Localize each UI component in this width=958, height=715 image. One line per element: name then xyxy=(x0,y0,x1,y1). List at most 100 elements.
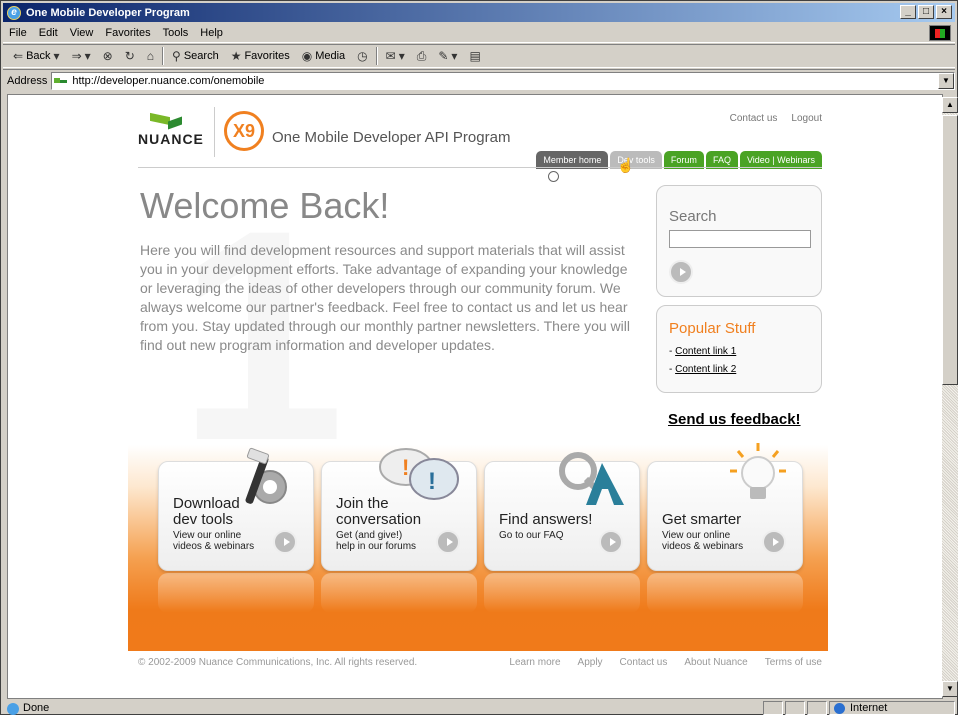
card-title: Get smarter xyxy=(662,511,742,528)
media-icon: ◉ xyxy=(301,49,313,63)
scroll-up-button[interactable]: ▲ xyxy=(942,97,958,113)
footer-about-nuance-link[interactable]: About Nuance xyxy=(684,657,747,668)
popular-link-item: - Content link 2 xyxy=(669,364,737,375)
logout-link[interactable]: Logout xyxy=(791,113,822,124)
card-go-button[interactable] xyxy=(273,530,297,554)
back-button[interactable]: ⇐ Back ▾ xyxy=(9,46,64,66)
security-zone: Internet xyxy=(829,700,955,715)
history-button[interactable]: ◷ xyxy=(353,46,371,66)
print-button[interactable]: ⎙ xyxy=(413,46,431,66)
address-input[interactable]: http://developer.nuance.com/onemobile ▼ xyxy=(51,71,955,90)
card-title: Download xyxy=(173,495,240,512)
edit-button[interactable]: ✎ ▾ xyxy=(434,46,461,66)
popular-stuff-box: Popular Stuff - Content link 1 - Content… xyxy=(656,305,822,393)
footer-learn-more-link[interactable]: Learn more xyxy=(509,657,560,668)
forward-arrow-icon: ⇒ xyxy=(71,49,82,63)
menu-view[interactable]: View xyxy=(64,27,100,39)
media-button[interactable]: ◉ Media xyxy=(298,46,349,66)
chevron-down-icon: ▾ xyxy=(398,49,405,63)
menu-file[interactable]: File xyxy=(3,27,33,39)
card-subtitle: help in our forums xyxy=(336,541,417,552)
standard-toolbar: ⇐ Back ▾ ⇒ ▾ ⊗ ↻ ⌂ ⚲ Search ★ Favorites ◉ Medi… xyxy=(3,44,955,68)
top-links: Contact us Logout xyxy=(730,113,822,124)
address-url: http://developer.nuance.com/onemobile xyxy=(72,74,265,87)
favorites-icon: ★ xyxy=(230,49,242,63)
card-reflection xyxy=(647,573,803,613)
card-subtitle: videos & webinars xyxy=(173,541,255,552)
edit-icon: ✎ xyxy=(438,49,449,63)
stop-icon: ⊗ xyxy=(102,49,113,63)
chevron-down-icon: ▾ xyxy=(53,49,60,63)
send-feedback-link[interactable]: Send us feedback! xyxy=(668,411,801,428)
mail-button[interactable]: ✉ ▾ xyxy=(382,46,409,66)
scroll-down-button[interactable]: ▼ xyxy=(942,681,958,697)
contact-us-link[interactable]: Contact us xyxy=(730,113,778,124)
footer-links: Learn more Apply Contact us About Nuance… xyxy=(509,657,822,668)
stop-button[interactable]: ⊗ xyxy=(99,46,117,66)
status-text: Done xyxy=(3,702,761,715)
menu-favorites[interactable]: Favorites xyxy=(99,27,156,39)
back-arrow-icon: ⇐ xyxy=(13,49,24,63)
chevron-down-icon: ▾ xyxy=(84,49,91,63)
menu-edit[interactable]: Edit xyxy=(33,27,64,39)
card-reflection xyxy=(158,573,314,613)
vertical-scrollbar[interactable]: ▲ ▼ xyxy=(942,97,958,697)
menu-tools[interactable]: Tools xyxy=(157,27,195,39)
card-go-button[interactable] xyxy=(436,530,460,554)
window-title: One Mobile Developer Program xyxy=(26,6,190,19)
discuss-button[interactable]: ▤ xyxy=(465,46,484,66)
menu-help[interactable]: Help xyxy=(194,27,229,39)
search-button[interactable]: ⚲ Search xyxy=(168,46,223,66)
popular-link-item: - Content link 1 xyxy=(669,346,737,357)
toolbar-separator xyxy=(162,47,165,65)
home-button[interactable]: ⌂ xyxy=(143,46,158,66)
scroll-thumb[interactable] xyxy=(942,115,958,385)
content-link-2[interactable]: Content link 2 xyxy=(675,364,736,375)
address-bar: Address http://developer.nuance.com/onem… xyxy=(3,69,955,91)
search-go-button[interactable] xyxy=(669,260,693,284)
minimize-button[interactable]: _ xyxy=(900,5,916,19)
windows-logo-icon xyxy=(929,25,951,41)
address-dropdown-button[interactable]: ▼ xyxy=(938,72,954,89)
status-panel xyxy=(807,700,827,715)
card-reflection xyxy=(484,573,640,613)
ie-icon: e xyxy=(7,5,21,20)
footer-contact-us-link[interactable]: Contact us xyxy=(620,657,668,668)
active-tab-indicator xyxy=(548,171,559,182)
refresh-icon: ↻ xyxy=(124,49,135,63)
web-page: 1 NUANCE X9 One Mobile Developer API Pro… xyxy=(128,95,828,698)
title-bar: e One Mobile Developer Program _ □ × xyxy=(3,3,955,22)
discuss-icon: ▤ xyxy=(469,49,481,63)
search-input[interactable] xyxy=(669,230,811,248)
lightbulb-icon xyxy=(730,443,786,499)
logo-divider xyxy=(214,107,215,157)
footer-terms-of-use-link[interactable]: Terms of use xyxy=(765,657,822,668)
favorites-button[interactable]: ★ Favorites xyxy=(227,46,294,66)
card-subtitle: Go to our FAQ xyxy=(499,530,564,541)
maximize-button[interactable]: □ xyxy=(918,5,934,19)
forward-button[interactable]: ⇒ ▾ xyxy=(68,46,95,66)
content-link-1[interactable]: Content link 1 xyxy=(675,346,736,357)
status-panel xyxy=(785,700,805,715)
qa-icon xyxy=(559,452,624,505)
refresh-button[interactable]: ↻ xyxy=(121,46,139,66)
mail-icon: ✉ xyxy=(385,49,396,63)
close-button[interactable]: × xyxy=(936,5,952,19)
search-icon: ⚲ xyxy=(172,49,181,63)
home-icon: ⌂ xyxy=(146,49,155,63)
footer-apply-link[interactable]: Apply xyxy=(578,657,603,668)
x9-logo: X9 xyxy=(224,111,264,151)
status-bar: Done Internet xyxy=(3,700,955,715)
card-subtitle: View our online xyxy=(662,530,731,541)
svg-text:!: ! xyxy=(428,468,436,495)
svg-text:!: ! xyxy=(402,455,409,480)
search-box: Search xyxy=(656,185,822,297)
nuance-logo[interactable]: NUANCE xyxy=(138,131,204,147)
card-go-button[interactable] xyxy=(599,530,623,554)
card-subtitle: Get (and give!) xyxy=(336,530,403,541)
hand-cursor-icon: ☝ xyxy=(617,157,635,173)
card-go-button[interactable] xyxy=(762,530,786,554)
chevron-down-icon: ▾ xyxy=(451,49,458,63)
nuance-leaf-icon xyxy=(150,115,186,129)
print-icon: ⎙ xyxy=(416,48,427,63)
